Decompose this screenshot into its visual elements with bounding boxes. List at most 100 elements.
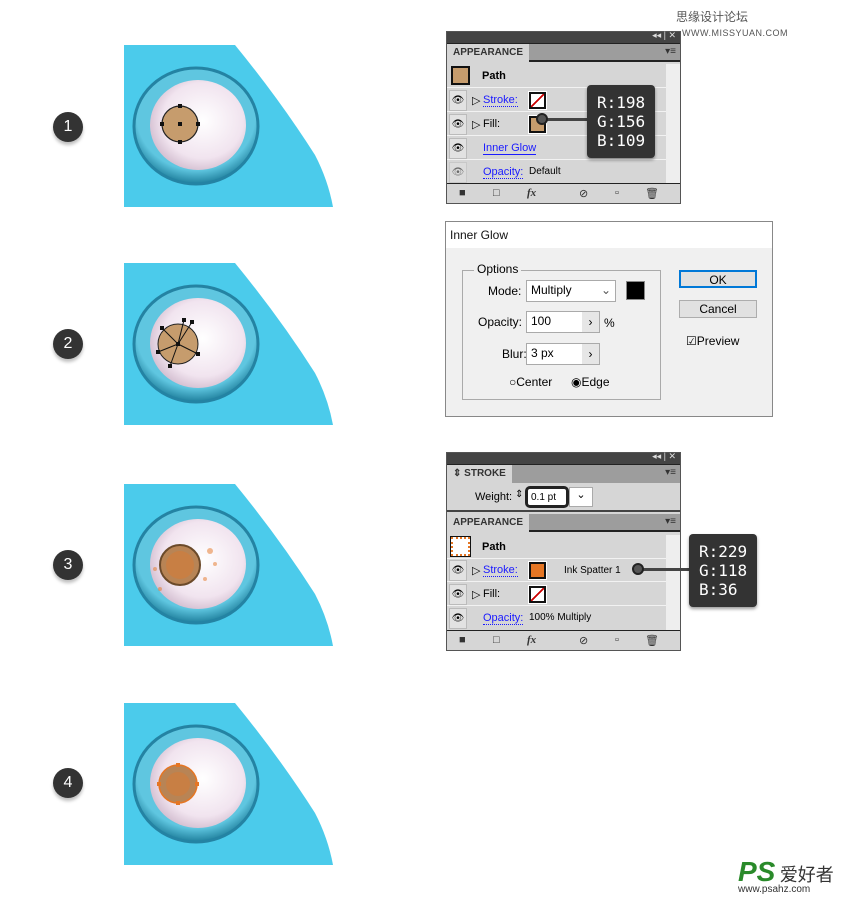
fill-label: Fill: bbox=[483, 588, 501, 600]
eye-illustration-2 bbox=[124, 263, 333, 425]
glow-color-swatch[interactable] bbox=[626, 281, 645, 300]
stroke-swatch[interactable] bbox=[528, 91, 547, 110]
clear-icon[interactable]: ⊘ bbox=[579, 634, 588, 647]
dialog-title: Inner Glow bbox=[446, 222, 772, 248]
watermark-url: WWW.MISSYUAN.COM bbox=[682, 28, 788, 38]
opacity-label: Opacity: bbox=[478, 315, 523, 329]
chevron-right-icon[interactable]: › bbox=[582, 312, 599, 332]
fx-icon[interactable]: fx bbox=[527, 187, 536, 199]
panel-menu-icon[interactable]: ▾≡ bbox=[665, 46, 676, 57]
path-thumbnail bbox=[451, 66, 470, 85]
fill-swatch[interactable] bbox=[528, 585, 547, 604]
opacity-input[interactable]: 100 › bbox=[526, 311, 600, 333]
opacity-link[interactable]: Opacity: bbox=[483, 166, 524, 179]
expand-triangle-icon[interactable]: ▷ bbox=[472, 94, 480, 107]
preview-label: Preview bbox=[696, 334, 740, 348]
clear-icon[interactable]: ⊘ bbox=[579, 187, 588, 200]
chevron-right-icon[interactable]: › bbox=[582, 344, 599, 364]
weight-input[interactable]: 0.1 pt bbox=[525, 486, 569, 508]
new-item-icon[interactable]: □ bbox=[493, 187, 500, 199]
visibility-eye-icon[interactable]: 👁 bbox=[449, 584, 467, 605]
panel-menu-icon[interactable]: ▾≡ bbox=[665, 516, 676, 527]
center-radio[interactable]: ○Center bbox=[509, 375, 552, 389]
stroke-swatch[interactable] bbox=[528, 561, 547, 580]
step-badge-1: 1 bbox=[53, 112, 83, 142]
visibility-eye-icon[interactable]: 👁 bbox=[449, 608, 467, 629]
opacity-value: 100 bbox=[531, 314, 552, 328]
collapse-close-icon[interactable]: ◂◂ | ✕ bbox=[652, 30, 676, 41]
collapse-close-icon[interactable]: ◂◂ | ✕ bbox=[652, 451, 676, 462]
inner-glow-dialog: Inner Glow Options Mode: Multiply ⌄ Opaci… bbox=[445, 221, 773, 417]
options-label: Options bbox=[474, 262, 522, 276]
opacity-row[interactable]: 👁 Opacity: 100% Multiply bbox=[447, 607, 666, 630]
tab-appearance[interactable]: APPEARANCE bbox=[447, 44, 530, 62]
weight-label: Weight: bbox=[475, 491, 513, 503]
path-label: Path bbox=[482, 70, 506, 82]
percent-unit: % bbox=[604, 316, 615, 330]
duplicate-icon[interactable]: ▫ bbox=[615, 187, 619, 199]
watermark-top: 思缘设计论坛 WWW.MISSYUAN.COM bbox=[676, 8, 850, 39]
trash-icon[interactable]: 🗑 bbox=[645, 187, 659, 200]
cancel-button[interactable]: Cancel bbox=[679, 300, 757, 318]
blur-input[interactable]: 3 px › bbox=[526, 343, 600, 365]
tab-appearance[interactable]: APPEARANCE bbox=[447, 514, 530, 532]
rgb-tooltip-2: R:229 G:118 B:36 bbox=[689, 534, 758, 607]
mode-label: Mode: bbox=[488, 284, 522, 298]
watermark-bottom: PS 爱好者 www.psahz.com bbox=[738, 856, 834, 895]
visibility-eye-icon[interactable]: 👁 bbox=[449, 162, 467, 183]
visibility-eye-icon[interactable]: 👁 bbox=[449, 560, 467, 581]
mode-select[interactable]: Multiply ⌄ bbox=[526, 280, 616, 302]
stroke-fill-icon[interactable]: ■ bbox=[459, 634, 466, 646]
watermark-text: 爱好者 bbox=[779, 865, 834, 885]
blur-value: 3 px bbox=[531, 346, 554, 360]
tab-stroke[interactable]: ⇕ STROKE bbox=[447, 465, 512, 483]
preview-checkbox[interactable]: ☑Preview bbox=[686, 334, 739, 348]
eye-illustration-3 bbox=[124, 484, 333, 646]
opacity-link[interactable]: Opacity: bbox=[483, 612, 524, 625]
visibility-eye-icon[interactable]: 👁 bbox=[449, 138, 467, 159]
stroke-fill-icon[interactable]: ■ bbox=[459, 187, 466, 199]
eye-illustration-1 bbox=[124, 45, 333, 207]
panel-menu-icon[interactable]: ▾≡ bbox=[665, 467, 676, 478]
visibility-eye-icon[interactable]: 👁 bbox=[449, 114, 467, 135]
duplicate-icon[interactable]: ▫ bbox=[615, 634, 619, 646]
rgb-tooltip-1: R:198 G:156 B:109 bbox=[587, 85, 656, 158]
green-value: G:118 bbox=[699, 561, 748, 580]
scrollbar[interactable] bbox=[666, 64, 680, 184]
eye-illustration-4 bbox=[124, 703, 333, 865]
stroke-link[interactable]: Stroke: bbox=[483, 564, 518, 577]
opacity-row[interactable]: 👁 Opacity: Default bbox=[447, 161, 666, 184]
green-value: G:156 bbox=[597, 112, 646, 131]
stroke-tab-label: STROKE bbox=[464, 468, 506, 479]
expand-triangle-icon[interactable]: ▷ bbox=[472, 564, 480, 577]
fx-icon[interactable]: fx bbox=[527, 634, 536, 646]
expand-triangle-icon[interactable]: ▷ bbox=[472, 118, 480, 131]
visibility-eye-icon[interactable]: 👁 bbox=[449, 90, 467, 111]
connector-dot bbox=[632, 563, 644, 575]
watermark-logo: PS bbox=[738, 856, 776, 887]
panel-titlebar: ◂◂ | ✕ bbox=[447, 30, 680, 44]
fill-label: Fill: bbox=[483, 118, 501, 130]
stroke-appearance-panel: ◂◂ | ✕ ⇕ STROKE ▾≡ Weight: ⇕ 0.1 pt ⌄ APP… bbox=[446, 451, 681, 651]
opacity-value: 100% Multiply bbox=[529, 612, 592, 623]
weight-stepper-icon[interactable]: ⇕ bbox=[515, 489, 523, 500]
ok-button[interactable]: OK bbox=[679, 270, 757, 288]
step-badge-4: 4 bbox=[53, 768, 83, 798]
blue-value: B:36 bbox=[699, 580, 738, 599]
expand-triangle-icon[interactable]: ▷ bbox=[472, 588, 480, 601]
stroke-link[interactable]: Stroke: bbox=[483, 94, 518, 107]
step-badge-3: 3 bbox=[53, 550, 83, 580]
opacity-value: Default bbox=[529, 166, 561, 177]
fill-row[interactable]: 👁 ▷ Fill: bbox=[447, 583, 666, 606]
blur-label: Blur: bbox=[502, 347, 527, 361]
edge-radio[interactable]: ◉Edge bbox=[571, 375, 610, 389]
path-label: Path bbox=[482, 541, 506, 553]
inner-glow-link[interactable]: Inner Glow bbox=[483, 142, 537, 155]
weight-dropdown[interactable]: ⌄ bbox=[569, 487, 593, 507]
mode-value: Multiply bbox=[531, 283, 572, 297]
chevron-down-icon: ⌄ bbox=[600, 283, 611, 297]
path-thumbnail bbox=[450, 536, 471, 557]
scrollbar[interactable] bbox=[666, 535, 680, 630]
new-item-icon[interactable]: □ bbox=[493, 634, 500, 646]
trash-icon[interactable]: 🗑 bbox=[645, 634, 659, 647]
